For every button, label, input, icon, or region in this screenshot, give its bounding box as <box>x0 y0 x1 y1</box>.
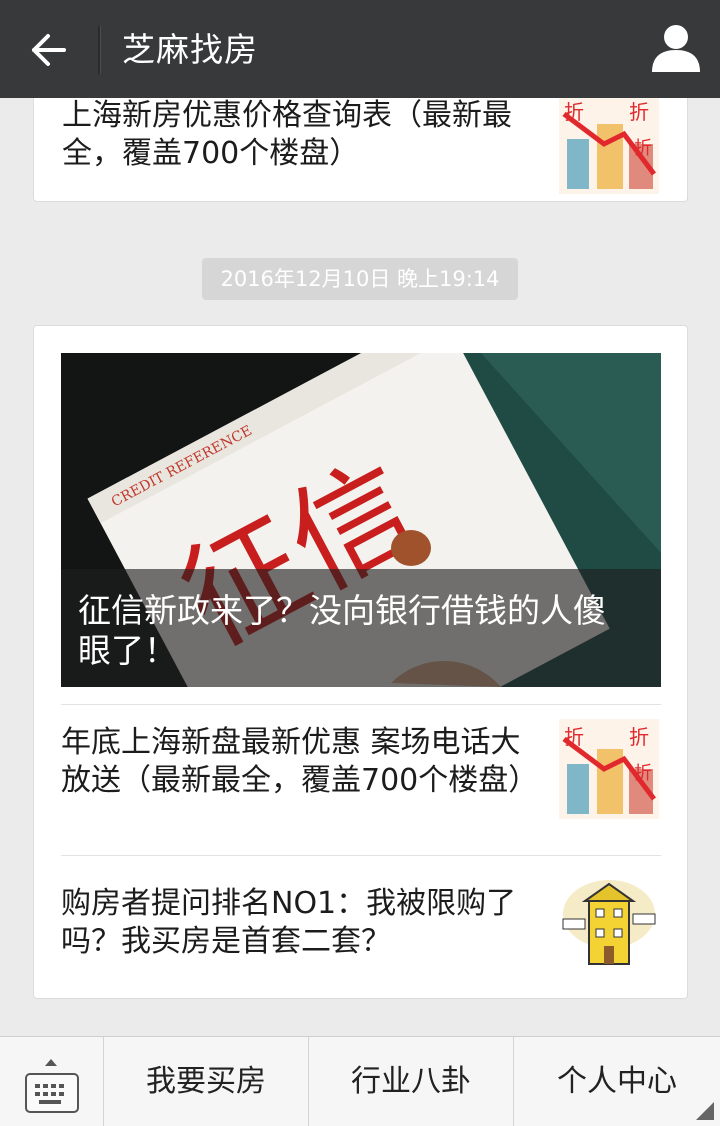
hero-caption: 征信新政来了？没向银行借钱的人傻眼了！ <box>61 569 661 687</box>
svg-text:折: 折 <box>629 725 649 749</box>
house-image-icon <box>559 874 659 974</box>
back-button[interactable] <box>0 0 98 98</box>
divider <box>61 855 661 856</box>
keyboard-toggle-button[interactable] <box>0 1037 103 1126</box>
svg-text:折: 折 <box>564 725 584 749</box>
discount-thumbnail[interactable]: 折 折 折 <box>559 719 659 819</box>
menu-buy-house[interactable]: 我要买房 <box>104 1037 308 1126</box>
back-arrow-icon <box>32 34 66 66</box>
discount-image-icon: 折 折 折 <box>559 719 659 819</box>
timestamp-badge: 2016年12月10日 晚上19:14 <box>202 258 518 300</box>
keyboard-icon <box>25 1073 79 1113</box>
article-title[interactable]: 购房者提问排名NO1：我被限购了吗？我买房是首套二套？ <box>61 885 531 961</box>
menu-personal-center[interactable]: 个人中心 <box>514 1037 720 1126</box>
house-thumbnail[interactable] <box>559 874 659 974</box>
article-title[interactable]: 年底上海新盘最新优惠 案场电话大放送（最新最全，覆盖700个楼盘） <box>61 724 538 800</box>
svg-text:折: 折 <box>634 763 652 784</box>
divider <box>61 704 661 705</box>
profile-button[interactable] <box>650 22 702 76</box>
article-card: CREDIT REFERENCE 征信 征信新政来了？没向银行借钱的人傻眼了！ … <box>33 325 688 999</box>
bottom-menu-bar: 我要买房 行业八卦 个人中心 <box>0 1036 720 1126</box>
hero-title[interactable]: 征信新政来了？没向银行借钱的人傻眼了！ <box>78 591 638 671</box>
article-title[interactable]: 上海新房优惠价格查询表（最新最全，覆盖700个楼盘） <box>62 98 532 173</box>
discount-image-icon: 折 折 折 <box>559 98 659 194</box>
svg-text:折: 折 <box>564 100 584 124</box>
page-title: 芝麻找房 <box>122 30 258 69</box>
svg-text:折: 折 <box>634 138 652 159</box>
caret-up-icon <box>45 1059 57 1066</box>
svg-text:折: 折 <box>629 100 649 124</box>
menu-industry-gossip[interactable]: 行业八卦 <box>309 1037 513 1126</box>
message-feed[interactable]: 上海新房优惠价格查询表（最新最全，覆盖700个楼盘） 折 折 折 2016年12… <box>0 98 720 1036</box>
discount-thumbnail[interactable]: 折 折 折 <box>559 98 659 194</box>
article-card-previous[interactable]: 上海新房优惠价格查询表（最新最全，覆盖700个楼盘） 折 折 折 <box>33 98 688 202</box>
header-divider <box>98 26 100 74</box>
top-bar: 芝麻找房 <box>0 0 720 98</box>
hero-article[interactable]: CREDIT REFERENCE 征信 征信新政来了？没向银行借钱的人傻眼了！ <box>61 353 661 687</box>
user-icon <box>652 25 700 72</box>
submenu-indicator-icon <box>696 1102 714 1120</box>
